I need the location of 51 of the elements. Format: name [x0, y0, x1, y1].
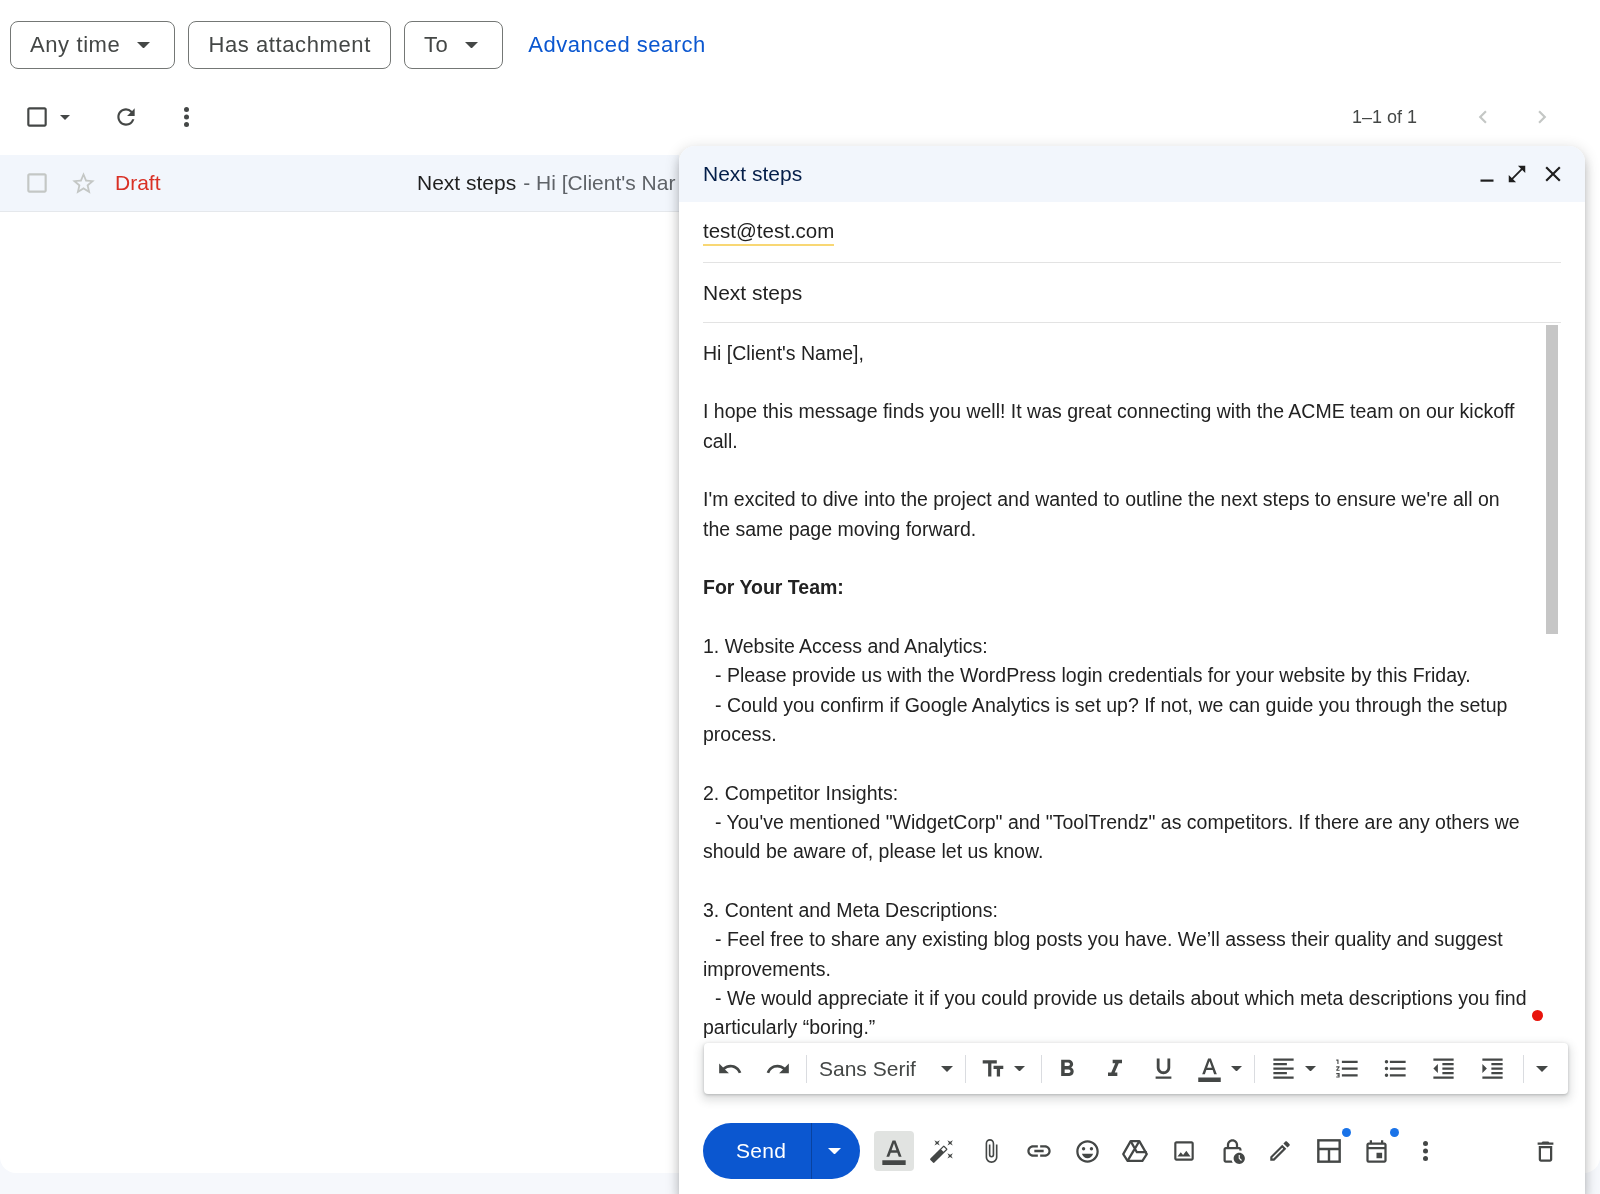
- body-paragraph: 3. Content and Meta Descriptions:: [703, 898, 999, 924]
- body-list-item: - You've mentioned "WidgetCorp" and "ToolTrendz" as competitors. If there are any others we should be aware of, please let us know.: [703, 810, 1521, 865]
- more-icon: [1422, 1141, 1428, 1161]
- advanced-search-link[interactable]: Advanced search: [528, 32, 706, 58]
- message-snippet: - Hi [Client's Nar: [523, 171, 676, 195]
- send-options-button[interactable]: [811, 1123, 860, 1179]
- caret-icon[interactable]: [1536, 1065, 1548, 1072]
- caret-icon[interactable]: [60, 114, 70, 120]
- filter-chip[interactable]: Has attachment: [188, 21, 391, 69]
- body-paragraph: 2. Competitor Insights:: [703, 780, 900, 806]
- text-color-icon: [1196, 1055, 1223, 1082]
- caret-icon: [1231, 1065, 1242, 1072]
- body-list-item: - Please provide us with the WordPress login credentials for your website by this Friday.: [714, 663, 1472, 689]
- body-heading: For Your Team:: [703, 575, 845, 601]
- subject-field[interactable]: Next steps: [703, 263, 1561, 323]
- caret-icon: [827, 1147, 841, 1155]
- smiley-icon: [1073, 1137, 1101, 1165]
- expand-icon[interactable]: [1506, 163, 1528, 185]
- select-all-checkbox[interactable]: [24, 104, 50, 130]
- subject-text: Next steps: [703, 280, 803, 305]
- minimize-icon[interactable]: [1480, 178, 1494, 182]
- body-list-item: - Could you confirm if Google Analytics is set up? If not, we can guide you through the setup process.: [703, 692, 1509, 747]
- message-row[interactable]: Draft Next steps - Hi [Client's Nar: [0, 155, 679, 212]
- compose-title: Next steps: [703, 162, 804, 186]
- magic-wand-icon: [929, 1138, 956, 1164]
- filter-chip[interactable]: To: [403, 21, 504, 69]
- body-paragraph: 1. Website Access and Analytics:: [703, 633, 989, 659]
- filter-chip[interactable]: Any time: [10, 21, 176, 69]
- send-button[interactable]: Send: [703, 1123, 811, 1179]
- pagination-text: 1–1 of 1: [1351, 106, 1417, 128]
- recipients-field[interactable]: test@test.com: [703, 202, 1561, 263]
- body-list-item: - Feel free to share any existing blog posts you have. We’ll assess their quality and suggest improvements.: [703, 927, 1504, 982]
- body-paragraph: I hope this message finds you well! It was great connecting with the ACME team on our kickoff call.: [703, 399, 1516, 454]
- scrollbar-thumb[interactable]: [1546, 325, 1558, 634]
- pointer-dot-icon: [1532, 1010, 1543, 1021]
- body-list-item: - We would appreciate it if you could provide us details about which meta descriptions you find particularly “boring.”: [703, 986, 1528, 1041]
- triangle-icon: [1122, 1139, 1149, 1163]
- caret-icon: [1305, 1065, 1316, 1072]
- more-icon[interactable]: [184, 107, 189, 127]
- draft-label: Draft: [115, 171, 162, 195]
- row-checkbox[interactable]: [24, 170, 50, 196]
- formatting-options-button[interactable]: [874, 1131, 914, 1171]
- message-subject: Next steps: [417, 171, 517, 195]
- body-paragraph: Hi [Client's Name],: [703, 340, 865, 366]
- caret-icon: [1014, 1065, 1025, 1072]
- layout-grid-icon: [1316, 1139, 1341, 1163]
- body-paragraph: I'm excited to dive into the project and wanted to outline the next steps to ensure we're all on the same page moving forward.: [703, 487, 1501, 542]
- align-left-icon: [1270, 1055, 1297, 1082]
- font-select[interactable]: Sans Serif: [807, 1050, 963, 1087]
- caret-icon: [941, 1065, 953, 1072]
- recipient-address[interactable]: test@test.com: [703, 218, 835, 246]
